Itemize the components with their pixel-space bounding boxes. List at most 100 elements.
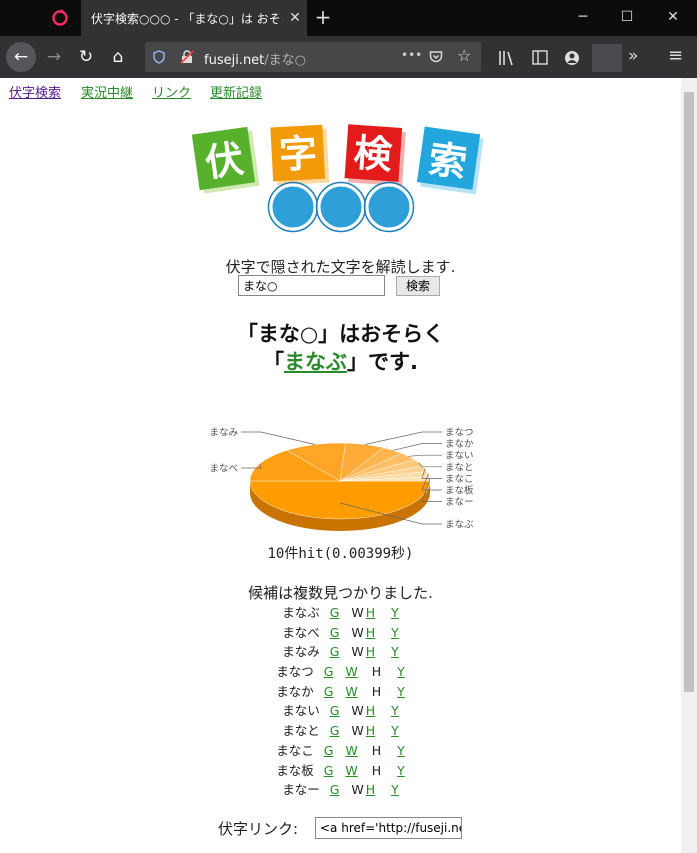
wikipedia-link: W xyxy=(351,605,364,620)
hatena-link[interactable]: H xyxy=(366,644,375,659)
wikipedia-link: W xyxy=(351,644,364,660)
pie-label: まない xyxy=(445,451,474,462)
extension-avatar[interactable] xyxy=(592,44,622,72)
yahoo-link[interactable]: Y xyxy=(391,703,399,718)
yahoo-link[interactable]: Y xyxy=(397,763,405,778)
google-link[interactable]: G xyxy=(330,625,340,640)
wikipedia-link[interactable]: W xyxy=(345,664,357,679)
result-line-2: 「まなぶ」です. xyxy=(0,346,681,376)
google-link[interactable]: G xyxy=(324,664,334,679)
nav-link-search[interactable]: 伏字検索 xyxy=(9,82,61,101)
result-close: 」です. xyxy=(347,350,418,374)
hatena-link: H xyxy=(371,664,382,680)
home-button[interactable]: ⌂ xyxy=(104,43,132,71)
scrollbar[interactable] xyxy=(681,78,697,853)
nav-link-live[interactable]: 実況中継 xyxy=(81,82,133,101)
search-input[interactable] xyxy=(238,275,385,296)
yahoo-link[interactable]: Y xyxy=(391,625,399,640)
library-icon[interactable] xyxy=(498,50,516,66)
new-tab-button[interactable]: + xyxy=(311,6,335,30)
hatena-link[interactable]: H xyxy=(366,723,375,738)
wikipedia-link: W xyxy=(351,703,364,719)
menu-icon[interactable]: ≡ xyxy=(668,45,683,66)
hatena-link[interactable]: H xyxy=(366,782,375,797)
hatena-link: H xyxy=(371,742,382,758)
fuseji-link-field[interactable]: <a href='http://fuseji.ne xyxy=(315,817,462,839)
wikipedia-link[interactable]: W xyxy=(345,743,357,758)
more-icon[interactable]: ••• xyxy=(401,48,422,62)
nav-link-links[interactable]: リンク xyxy=(152,82,191,101)
yahoo-link[interactable]: Y xyxy=(397,684,405,699)
search-button[interactable]: 検索 xyxy=(396,276,440,296)
maximize-icon[interactable]: ☐ xyxy=(607,6,647,30)
candidate-word: まない xyxy=(282,703,320,719)
wikipedia-link: W xyxy=(351,723,364,739)
google-link[interactable]: G xyxy=(330,723,340,738)
close-tab-icon[interactable]: ✕ xyxy=(283,10,307,26)
google-link[interactable]: G xyxy=(330,605,340,620)
candidates-list: まなぶ G W H Y まなべ G W H Y まなみ G W H Y まなつ G W H Y まなか G W H Y まない G W… xyxy=(0,602,681,799)
candidate-row: まなか G W H Y xyxy=(0,681,681,701)
hatena-link[interactable]: H xyxy=(366,605,375,620)
minimize-icon[interactable]: ─ xyxy=(563,6,603,30)
firefox-private-tab[interactable] xyxy=(40,0,80,36)
forward-button[interactable]: → xyxy=(40,43,68,71)
hatena-link: H xyxy=(371,762,382,778)
url-bar[interactable]: fuseji.net/まな○ ••• ☆ xyxy=(145,42,481,72)
logo-char-4: 索 xyxy=(426,137,470,186)
fuseji-link-label: 伏字リンク: xyxy=(218,820,299,838)
reload-button[interactable]: ↻ xyxy=(72,43,100,71)
google-link[interactable]: G xyxy=(324,743,334,758)
google-link[interactable]: G xyxy=(330,644,340,659)
hatena-link[interactable]: H xyxy=(366,625,375,640)
account-icon[interactable] xyxy=(564,50,580,66)
answer-link[interactable]: まなぶ xyxy=(284,350,347,374)
yahoo-link[interactable]: Y xyxy=(391,605,399,620)
pie-label: まなぶ xyxy=(445,520,474,531)
candidate-row: まなこ G W H Y xyxy=(0,740,681,760)
pie-label: まなみ xyxy=(209,428,238,439)
back-button[interactable]: ← xyxy=(6,42,36,72)
google-link[interactable]: G xyxy=(330,703,340,718)
candidate-row: まな板 G W H Y xyxy=(0,760,681,780)
hatena-link[interactable]: H xyxy=(366,703,375,718)
hatena-link: H xyxy=(371,683,382,699)
pie-leader-line xyxy=(365,431,442,445)
logo-char-1: 伏 xyxy=(203,137,247,186)
yahoo-link[interactable]: Y xyxy=(391,723,399,738)
sidebar-icon[interactable] xyxy=(532,50,548,65)
pie-leader-line xyxy=(241,431,315,445)
tab-active[interactable]: 伏字検索○○○ - 「まな○」は おそら ✕ xyxy=(81,0,307,36)
pie-label: まなか xyxy=(445,439,474,450)
scrollbar-thumb[interactable] xyxy=(684,92,694,692)
pie-label: まなこ xyxy=(445,474,474,485)
candidate-word: まなか xyxy=(276,683,314,699)
candidate-word: まなぶ xyxy=(282,605,320,620)
google-link[interactable]: G xyxy=(324,763,334,778)
close-window-icon[interactable]: ✕ xyxy=(653,6,693,30)
bookmark-star-icon[interactable]: ☆ xyxy=(457,46,471,65)
overflow-icon[interactable]: » xyxy=(628,46,638,66)
firefox-icon xyxy=(52,9,68,26)
pie-label: まなべ xyxy=(209,464,238,475)
google-link[interactable]: G xyxy=(324,684,334,699)
candidate-row: まなぶ G W H Y xyxy=(0,602,681,622)
site-logo: 伏 字 検 索 xyxy=(192,124,484,233)
candidate-row: まなべ G W H Y xyxy=(0,622,681,642)
pocket-icon[interactable] xyxy=(429,50,443,64)
wikipedia-link[interactable]: W xyxy=(345,763,357,778)
candidate-row: まなみ G W H Y xyxy=(0,641,681,661)
yahoo-link[interactable]: Y xyxy=(397,664,405,679)
page-content: 伏字検索 実況中継 リンク 更新記録 伏 字 検 索 伏字で隠された文字を解読し… xyxy=(0,78,681,853)
google-link[interactable]: G xyxy=(330,782,340,797)
yahoo-link[interactable]: Y xyxy=(397,743,405,758)
candidate-pie-chart: まなつまなかまないまなとまなこまな板まなーまなぶ まなみまなべ xyxy=(209,428,474,531)
yahoo-link[interactable]: Y xyxy=(391,782,399,797)
wikipedia-link[interactable]: W xyxy=(345,684,357,699)
yahoo-link[interactable]: Y xyxy=(391,644,399,659)
candidate-row: まなと G W H Y xyxy=(0,720,681,740)
nav-link-history[interactable]: 更新記録 xyxy=(210,82,262,101)
candidate-word: まなー xyxy=(282,782,320,798)
pie-label: まなー xyxy=(445,497,474,508)
candidate-word: まなみ xyxy=(282,644,320,660)
